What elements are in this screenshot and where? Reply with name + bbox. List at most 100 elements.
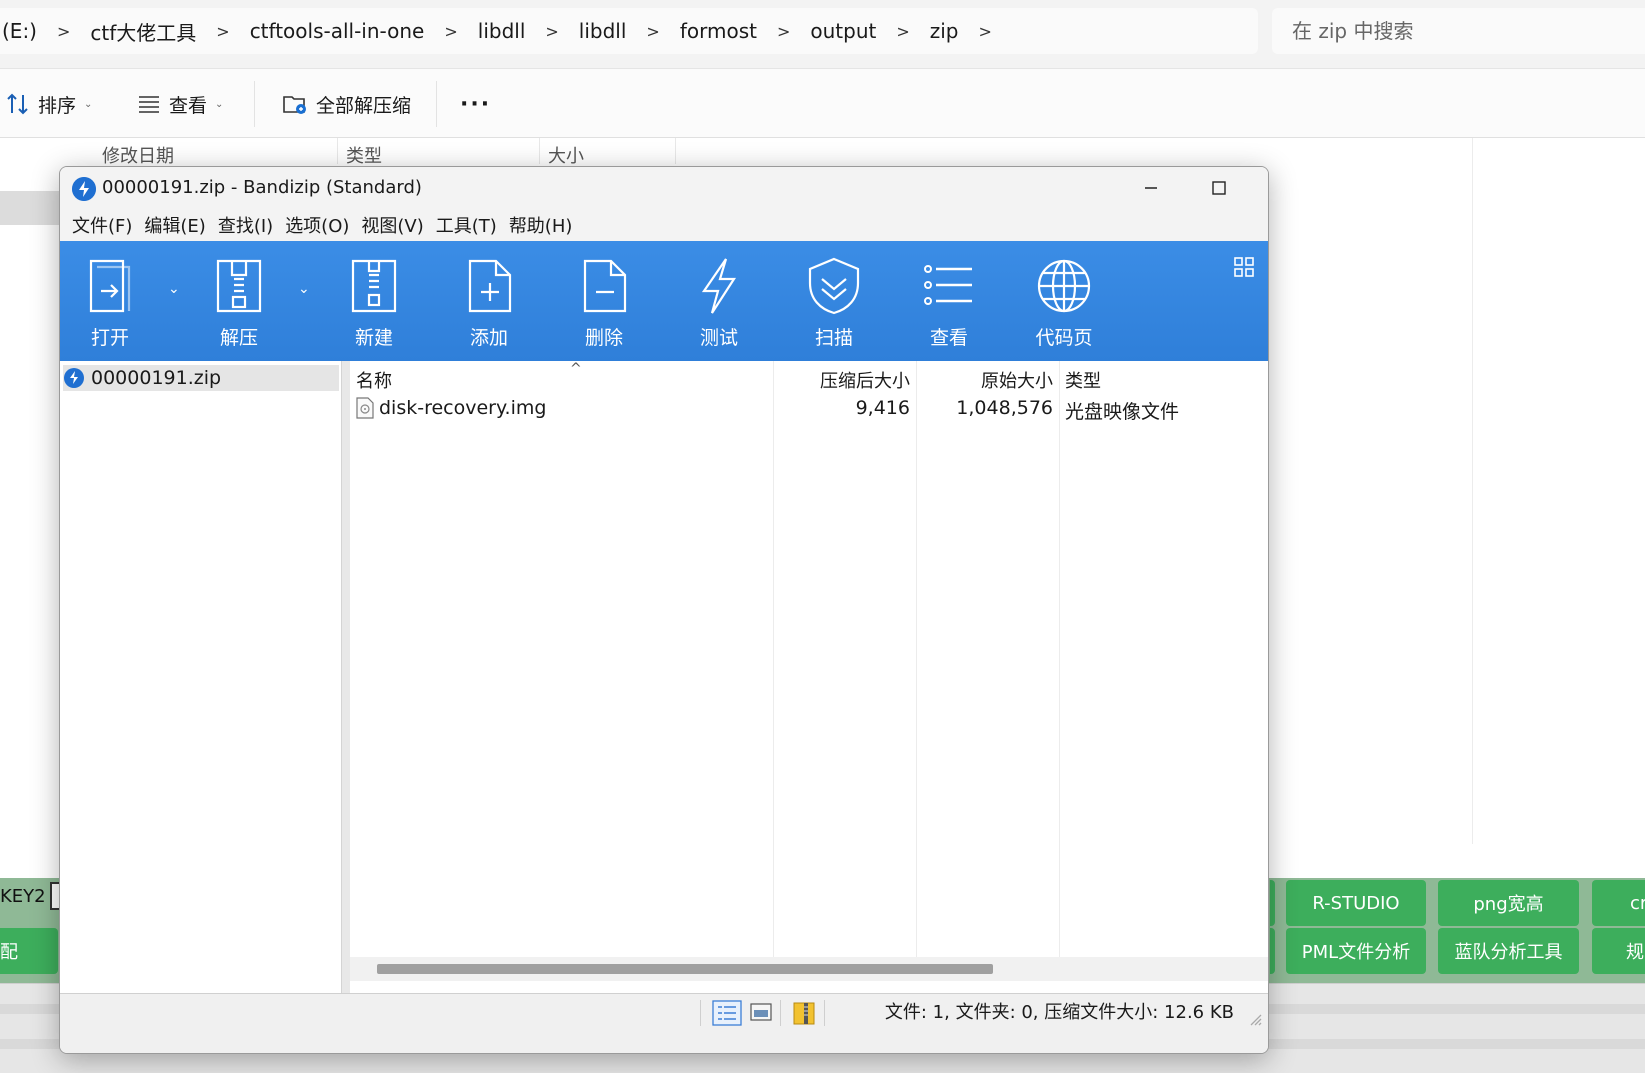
view-button[interactable]: 查看 ⌄	[137, 91, 223, 117]
grid-layout-icon	[1234, 257, 1254, 277]
launcher-button-partial-2[interactable]	[1270, 928, 1275, 974]
chevron-down-icon: ⌄	[215, 98, 224, 110]
horizontal-scrollbar[interactable]	[350, 957, 1268, 981]
status-bar: 文件: 1, 文件夹: 0, 压缩文件大小: 12.6 KB	[60, 993, 1268, 1053]
preview-pane-icon[interactable]	[750, 1002, 772, 1022]
sort-ascending-icon: ^	[570, 361, 582, 377]
launcher-button-config[interactable]: 配	[0, 928, 58, 974]
menu-find[interactable]: 查找(I)	[217, 212, 274, 238]
archive-info-icon[interactable]	[792, 1000, 816, 1026]
launcher-button-cr[interactable]: cr	[1592, 880, 1645, 926]
chevron-right-icon[interactable]: >	[57, 22, 70, 41]
toolbar-delete-button[interactable]: 删除	[554, 255, 654, 355]
explorer-command-bar: 排序 ⌄ 查看 ⌄ 全部解压缩 ···	[0, 68, 1645, 138]
toolbar-divider	[436, 81, 437, 127]
chevron-right-icon[interactable]: >	[545, 22, 558, 41]
extract-dropdown-chevron-icon[interactable]: ⌄	[298, 281, 310, 297]
toolbar-add-button[interactable]: 添加	[439, 255, 539, 355]
more-options-icon[interactable]: ···	[460, 91, 491, 117]
toolbar-codepage-button[interactable]: 代码页	[1014, 255, 1114, 355]
delete-file-icon	[583, 259, 627, 313]
column-header-packed[interactable]: 压缩后大小	[820, 367, 910, 393]
column-header-original[interactable]: 原始大小	[981, 367, 1053, 393]
menu-tools[interactable]: 工具(T)	[435, 212, 498, 238]
breadcrumb-zip[interactable]: zip	[930, 19, 959, 43]
breadcrumb-drive[interactable]: (E:)	[2, 19, 37, 43]
toolbar-view-button[interactable]: 查看	[899, 255, 999, 355]
toolbar-scan-button[interactable]: 扫描	[784, 255, 884, 355]
key2-label: KEY2	[0, 885, 46, 907]
launcher-button-png-size[interactable]: png宽高	[1438, 880, 1579, 926]
name-column: 名称 ^ disk-recovery.img	[350, 361, 774, 961]
table-row[interactable]: disk-recovery.img	[356, 397, 546, 419]
column-header-type[interactable]: 类型	[1065, 367, 1101, 393]
launcher-button-r-studio[interactable]: R-STUDIO	[1286, 880, 1426, 926]
details-view-icon[interactable]	[712, 1000, 742, 1026]
close-button[interactable]	[1252, 167, 1268, 209]
breadcrumb-libdll-2[interactable]: libdll	[579, 19, 627, 43]
breadcrumb-output[interactable]: output	[810, 19, 876, 43]
minimize-button[interactable]	[1116, 167, 1186, 209]
chevron-right-icon[interactable]: >	[777, 22, 790, 41]
toolbar-open-button[interactable]: 打开	[60, 255, 160, 355]
layout-toggle-button[interactable]	[1234, 257, 1254, 281]
open-dropdown-chevron-icon[interactable]: ⌄	[168, 281, 180, 297]
sort-label: 排序	[38, 94, 77, 117]
extract-icon	[216, 259, 262, 313]
extract-all-button[interactable]: 全部解压缩	[282, 91, 411, 117]
chevron-right-icon[interactable]: >	[444, 22, 457, 41]
status-divider	[780, 1000, 781, 1026]
view-list-icon	[924, 265, 972, 305]
breadcrumb-ctf-tools[interactable]: ctf大佬工具	[90, 17, 196, 46]
search-input[interactable]: 在 zip 中搜索	[1272, 8, 1645, 54]
chevron-right-icon[interactable]: >	[646, 22, 659, 41]
column-header-size[interactable]: 大小	[540, 138, 676, 164]
folder-tree: 00000191.zip	[60, 361, 342, 993]
chevron-right-icon[interactable]: >	[979, 22, 992, 41]
scrollbar-thumb[interactable]	[377, 964, 993, 974]
breadcrumb-libdll-1[interactable]: libdll	[478, 19, 526, 43]
chevron-right-icon[interactable]: >	[216, 22, 229, 41]
packed-column: 压缩后大小 9,416	[774, 361, 917, 961]
menu-edit[interactable]: 编辑(E)	[143, 212, 206, 238]
minimize-icon	[1145, 187, 1157, 189]
launcher-button-blue-team[interactable]: 蓝队分析工具	[1438, 928, 1579, 974]
address-bar[interactable]: (E:) > ctf大佬工具 > ctftools-all-in-one > l…	[0, 8, 1258, 54]
breadcrumb-formost[interactable]: formost	[680, 19, 757, 43]
key2-field[interactable]: KEY2	[0, 880, 64, 912]
sort-button[interactable]: 排序 ⌄	[6, 91, 92, 117]
resize-grip-icon[interactable]	[1248, 1012, 1262, 1026]
selected-row-highlight[interactable]	[0, 191, 62, 225]
menu-file[interactable]: 文件(F)	[71, 212, 133, 238]
menu-options[interactable]: 选项(O)	[284, 212, 350, 238]
view-label: 查看	[169, 94, 208, 117]
test-lightning-icon	[701, 258, 737, 314]
title-bar[interactable]: 00000191.zip - Bandizip (Standard)	[60, 167, 1268, 209]
toolbar-test-button[interactable]: 测试	[669, 255, 769, 355]
breadcrumb-ctftools-all-in-one[interactable]: ctftools-all-in-one	[250, 19, 425, 43]
pane-divider	[1472, 138, 1473, 844]
column-header-name[interactable]: 名称	[356, 367, 392, 393]
status-summary: 文件: 1, 文件夹: 0, 压缩文件大小: 12.6 KB	[884, 1002, 1234, 1023]
menu-view[interactable]: 视图(V)	[360, 212, 424, 238]
launcher-button-rule[interactable]: 规	[1592, 928, 1645, 974]
toolbar-extract-button[interactable]: 解压	[189, 255, 289, 355]
menu-help[interactable]: 帮助(H)	[508, 212, 574, 238]
toolbar-test-label: 测试	[699, 327, 738, 349]
file-type: 光盘映像文件	[1065, 401, 1180, 423]
column-header-type[interactable]: 类型	[338, 138, 540, 164]
toolbar-new-button[interactable]: 新建	[324, 255, 424, 355]
toolbar-view-label: 查看	[929, 327, 968, 349]
status-divider	[700, 1000, 701, 1026]
launcher-button-pml-analysis[interactable]: PML文件分析	[1286, 928, 1426, 974]
file-name: disk-recovery.img	[379, 397, 547, 419]
pane-splitter[interactable]	[342, 361, 350, 993]
file-packed-size: 9,416	[855, 397, 910, 419]
maximize-icon	[1212, 181, 1226, 195]
column-header-date[interactable]: 修改日期	[94, 138, 338, 164]
chevron-right-icon[interactable]: >	[896, 22, 909, 41]
bandizip-logo-icon	[72, 177, 96, 201]
maximize-button[interactable]	[1184, 167, 1254, 209]
tree-item-root[interactable]: 00000191.zip	[63, 365, 339, 391]
launcher-button-partial[interactable]	[1270, 880, 1275, 926]
